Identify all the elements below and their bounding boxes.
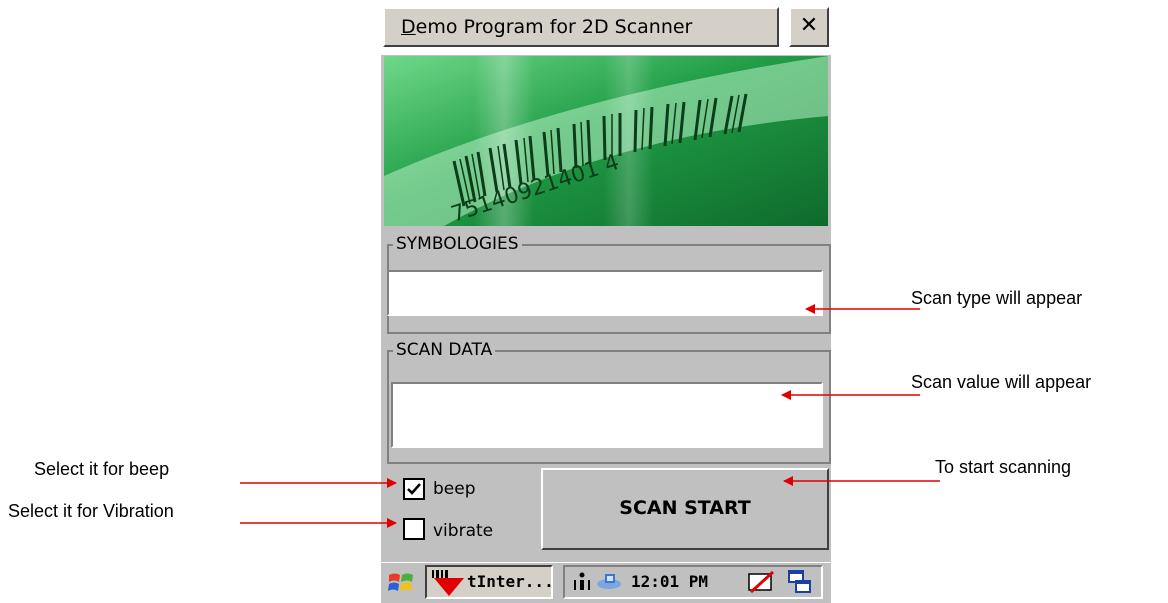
- annotation-arrows: [240, 304, 940, 528]
